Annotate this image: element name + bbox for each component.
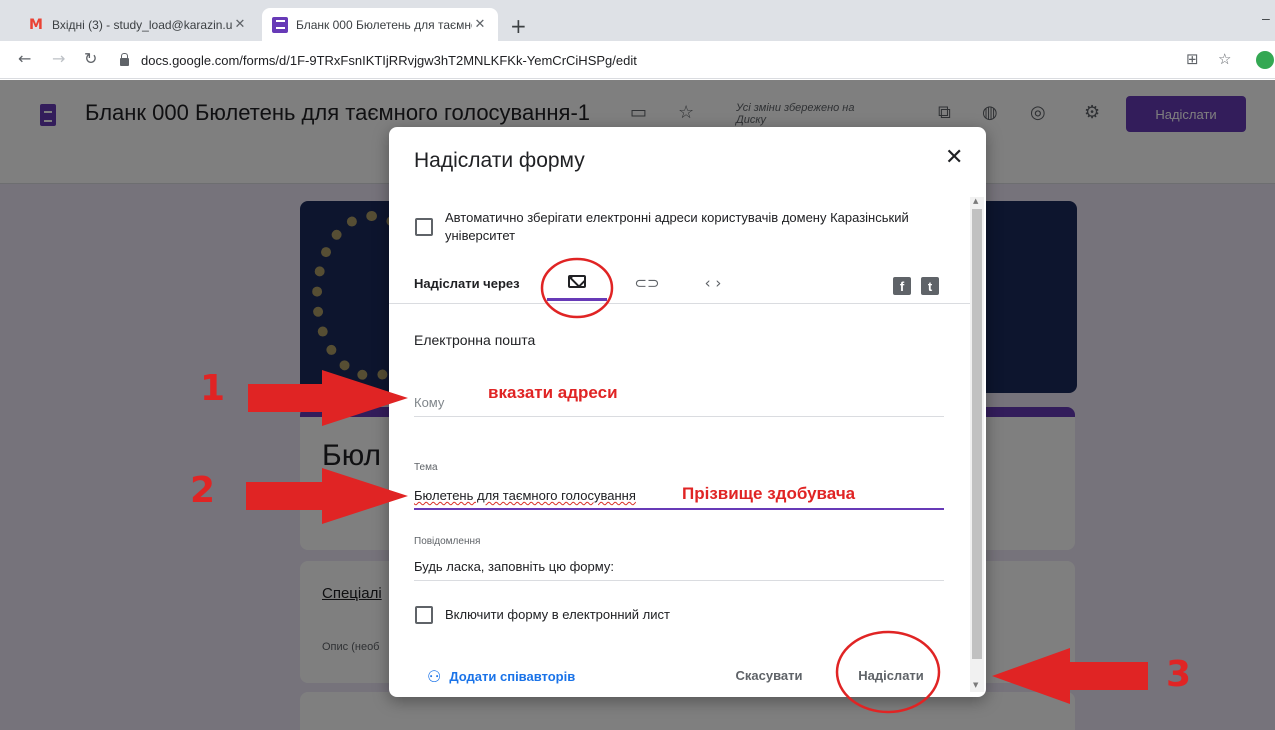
tab-title: Вхідні (3) - study_load@karazin.u [52, 17, 232, 32]
extension-icon[interactable] [1256, 51, 1274, 69]
dialog-scrollbar[interactable]: ▲ ▼ [970, 197, 984, 692]
facebook-icon[interactable]: f [893, 277, 911, 295]
browser-tabstrip: M Вхідні (3) - study_load@karazin.u ✕ Бл… [0, 0, 1275, 41]
dialog-send-button[interactable]: Надіслати [845, 660, 937, 690]
tab-embed[interactable]: ‹ › [683, 265, 743, 301]
message-value: Будь ласка, заповніть цю форму: [414, 559, 614, 574]
translate-icon[interactable]: ⊞ [1186, 50, 1199, 68]
message-label: Повідомлення [414, 536, 481, 547]
browser-tab-gmail[interactable]: M Вхідні (3) - study_load@karazin.u ✕ [18, 8, 258, 41]
cancel-button[interactable]: Скасувати [725, 662, 813, 688]
email-icon [568, 275, 586, 288]
scroll-down-icon[interactable]: ▼ [973, 681, 978, 689]
lock-icon [120, 52, 129, 66]
reload-icon[interactable]: ↻ [84, 49, 97, 68]
dialog-title: Надіслати форму [414, 149, 585, 172]
link-icon: ⊂⊃ [634, 274, 660, 292]
subject-value: Бюлетень для таємного голосування [414, 488, 636, 503]
add-collaborators-button[interactable]: ⚇ Додати співавторів [427, 667, 575, 686]
gmail-icon: M [29, 16, 43, 33]
step-2-number: 2 [190, 470, 216, 511]
step-1-text: вказати адреси [488, 383, 618, 402]
step-1-number: 1 [200, 368, 226, 409]
forms-icon [272, 16, 288, 33]
embed-icon: ‹ › [704, 274, 722, 292]
forward-icon[interactable]: → [52, 49, 65, 68]
step-2-text: Прізвище здобувача [682, 484, 856, 503]
tab-title: Бланк 000 Бюлетень для таємно [296, 17, 472, 32]
auto-collect-emails-label: Автоматично зберігати електронні адреси … [445, 210, 909, 243]
scrollbar-thumb[interactable] [972, 209, 982, 659]
subject-field[interactable] [414, 508, 944, 510]
close-icon[interactable]: ✕ [945, 145, 963, 170]
message-field[interactable] [414, 580, 944, 581]
include-form-checkbox[interactable] [415, 606, 433, 624]
tab-link[interactable]: ⊂⊃ [617, 265, 677, 301]
browser-toolbar: ← → ↻ docs.google.com/forms/d/1F-9TRxFsn… [0, 41, 1275, 79]
close-icon[interactable]: ✕ [232, 17, 248, 32]
address-text: docs.google.com/forms/d/1F-9TRxFsnIKTIjR… [141, 52, 637, 68]
to-email-field[interactable] [414, 416, 944, 417]
scroll-up-icon[interactable]: ▲ [973, 197, 978, 205]
add-person-icon: ⚇ [427, 667, 442, 686]
send-form-dialog: Надіслати форму ✕ ▲ ▼ Автоматично зберіг… [389, 127, 986, 697]
minimize-icon[interactable]: – [1262, 10, 1270, 26]
back-icon[interactable]: ← [18, 49, 31, 68]
to-field-placeholder: Кому [414, 395, 445, 410]
browser-tab-forms[interactable]: Бланк 000 Бюлетень для таємно ✕ [262, 8, 498, 41]
auto-collect-emails-checkbox[interactable] [415, 218, 433, 236]
subject-label: Тема [414, 462, 438, 473]
tab-email[interactable] [547, 265, 607, 301]
email-section-title: Електронна пошта [414, 332, 536, 348]
add-collaborators-label: Додати співавторів [449, 669, 576, 684]
step-3-number: 3 [1166, 654, 1192, 695]
twitter-icon[interactable]: t [921, 277, 939, 295]
bookmark-star-icon[interactable]: ☆ [1218, 50, 1231, 68]
send-via-label: Надіслати через [414, 276, 520, 291]
address-bar[interactable]: docs.google.com/forms/d/1F-9TRxFsnIKTIjR… [108, 46, 1208, 74]
close-icon[interactable]: ✕ [472, 17, 488, 32]
new-tab-button[interactable]: + [510, 14, 527, 38]
tabs-divider [389, 303, 970, 304]
include-form-label: Включити форму в електронний лист [445, 607, 670, 622]
